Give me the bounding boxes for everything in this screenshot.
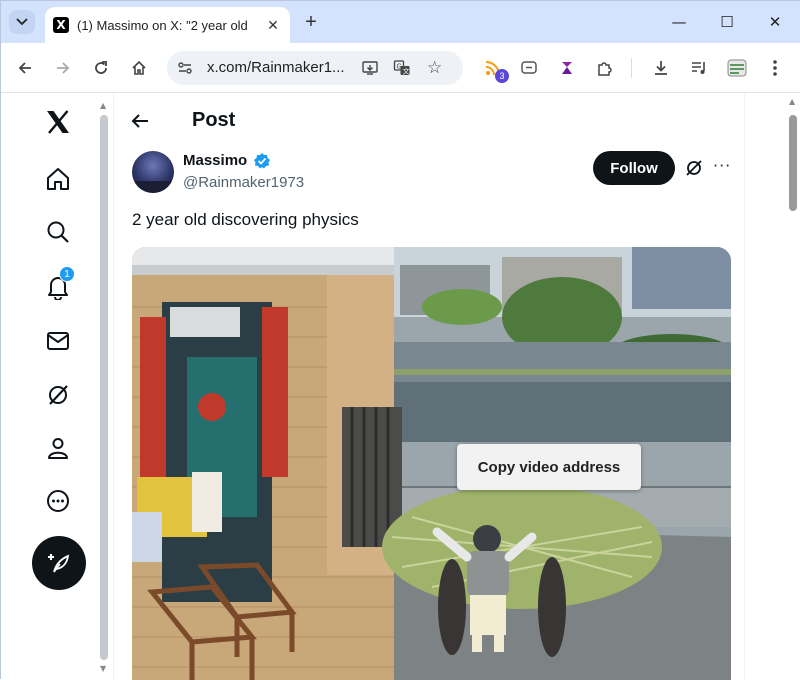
maximize-icon[interactable]: ☐ [715, 11, 739, 33]
more-options-nav-icon[interactable] [39, 482, 77, 520]
back-arrow-icon[interactable] [130, 107, 156, 133]
verified-badge-icon [254, 153, 270, 169]
active-tab[interactable]: X (1) Massimo on X: "2 year old ✕ [45, 7, 290, 43]
tab-close-icon[interactable]: ✕ [264, 17, 282, 34]
forward-icon[interactable] [51, 56, 75, 80]
chat-extension-icon[interactable] [517, 56, 541, 80]
post-column: Post Massimo @Rainmaker1973 Follow ··· 2… [113, 93, 745, 680]
follow-button[interactable]: Follow [593, 151, 675, 185]
post-header-title: Post [192, 109, 236, 131]
avatar-landscape [132, 181, 174, 193]
author-handle[interactable]: @Rainmaker1973 [183, 174, 304, 191]
page-scroll-thumb[interactable] [789, 115, 797, 211]
reload-icon[interactable] [89, 56, 113, 80]
rss-extension-icon[interactable]: 3 [481, 56, 509, 83]
media-controls-icon[interactable] [687, 56, 711, 80]
sidebar-scrollbar[interactable]: ▲ ▼ [99, 101, 109, 673]
sidebar-scroll-thumb[interactable] [100, 115, 108, 660]
site-info-icon[interactable] [177, 60, 193, 81]
profile-avatar-icon[interactable] [725, 56, 749, 80]
profile-nav-icon[interactable] [39, 429, 77, 467]
bookmark-extension-icon[interactable] [555, 56, 579, 80]
notification-count-badge: 1 [59, 266, 75, 282]
post-text: 2 year old discovering physics [132, 210, 359, 229]
grok-post-icon[interactable] [684, 158, 704, 178]
address-bar[interactable]: x.com/Rainmaker1... G文 ☆ [167, 51, 463, 85]
context-menu-copy-video-address[interactable]: Copy video address [457, 444, 641, 490]
browser-menu-icon[interactable] [763, 56, 787, 80]
home-icon[interactable] [127, 56, 151, 80]
toolbar-divider [631, 58, 632, 78]
x-favicon-icon: X [53, 17, 69, 33]
scroll-down-arrow-icon[interactable]: ▼ [100, 664, 106, 673]
more-menu-icon[interactable]: ··· [713, 156, 731, 175]
extension-badge: 3 [495, 69, 509, 83]
scroll-up-arrow-icon[interactable]: ▲ [100, 101, 106, 110]
browser-toolbar: x.com/Rainmaker1... G文 ☆ 3 [1, 43, 800, 93]
bookmark-star-icon[interactable]: ☆ [427, 58, 442, 78]
search-nav-icon[interactable] [39, 213, 77, 251]
tab-strip: X (1) Massimo on X: "2 year old ✕ + — ☐ … [1, 1, 800, 43]
notifications-nav-icon[interactable]: 1 [39, 266, 77, 306]
author-name[interactable]: Massimo [183, 152, 247, 169]
feather-plus-icon [48, 554, 70, 573]
svg-text:文: 文 [403, 67, 410, 76]
messages-nav-icon[interactable] [39, 322, 77, 360]
downloads-icon[interactable] [649, 56, 673, 80]
tab-search-button[interactable] [9, 10, 35, 34]
translate-icon[interactable]: G文 [393, 59, 411, 82]
favicon-glyph: X [56, 18, 66, 32]
back-icon[interactable] [13, 56, 37, 80]
page-scroll-up-icon[interactable]: ▲ [789, 97, 795, 106]
extensions-puzzle-icon[interactable] [593, 56, 617, 80]
x-logo-icon[interactable] [39, 103, 77, 141]
svg-text:G: G [397, 64, 402, 71]
author-avatar[interactable] [132, 151, 174, 193]
url-text: x.com/Rainmaker1... [207, 59, 345, 76]
window-close-icon[interactable]: ✕ [763, 11, 787, 33]
tab-title: (1) Massimo on X: "2 year old [77, 17, 248, 33]
browser-window: X (1) Massimo on X: "2 year old ✕ + — ☐ … [0, 0, 800, 680]
video-frame [132, 247, 731, 680]
new-tab-icon[interactable]: + [299, 11, 323, 35]
minimize-icon[interactable]: — [667, 11, 691, 33]
install-app-icon[interactable] [361, 59, 379, 82]
x-sidebar-nav: 1 ▲ ▼ [1, 93, 113, 680]
home-nav-icon[interactable] [39, 160, 77, 198]
post-video[interactable] [132, 247, 731, 680]
compose-post-button[interactable] [32, 536, 86, 590]
grok-nav-icon[interactable] [39, 376, 77, 414]
chevron-down-icon [16, 18, 28, 26]
web-page: 1 ▲ ▼ Post Massimo @Rainmaker1973 Follow… [1, 93, 800, 680]
page-scrollbar[interactable]: ▲ [785, 93, 800, 680]
